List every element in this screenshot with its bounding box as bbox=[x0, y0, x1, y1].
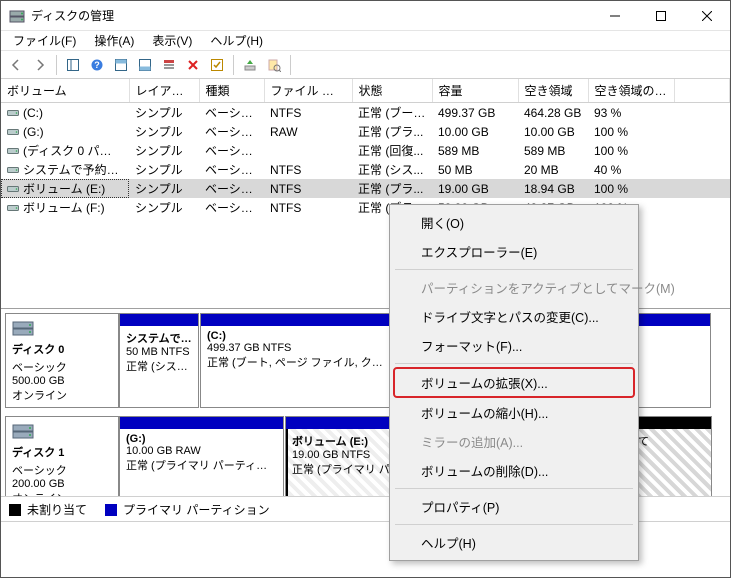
partition-status: 正常 (システム, アク bbox=[126, 358, 192, 374]
partition-name: (G:) bbox=[126, 433, 277, 445]
toolbar: ? bbox=[1, 51, 730, 79]
disk-size: 200.00 GB bbox=[12, 478, 112, 490]
col-layout[interactable]: レイアウト bbox=[129, 79, 199, 103]
menu-file[interactable]: ファイル(F) bbox=[5, 30, 84, 51]
legend-unallocated: 未割り当て bbox=[9, 501, 87, 518]
view-top-button[interactable] bbox=[110, 54, 132, 76]
disk-state: オンライン bbox=[12, 387, 112, 403]
volume-name: ボリューム (F:) bbox=[23, 201, 105, 215]
ctx-explorer[interactable]: エクスプローラー(E) bbox=[393, 237, 635, 266]
partition[interactable]: システムで予約済み50 MB NTFS正常 (システム, アク bbox=[119, 313, 199, 408]
ctx-shrink-volume[interactable]: ボリュームの縮小(H)... bbox=[393, 398, 635, 427]
partition-size: 50 MB NTFS bbox=[126, 346, 192, 358]
col-capacity[interactable]: 容量 bbox=[432, 79, 518, 103]
disk-header[interactable]: ディスク 0 ベーシック500.00 GBオンライン bbox=[5, 313, 119, 408]
ctx-add-mirror: ミラーの追加(A)... bbox=[393, 427, 635, 456]
col-status[interactable]: 状態 bbox=[352, 79, 432, 103]
ctx-separator bbox=[395, 524, 633, 525]
col-fs[interactable]: ファイル システム bbox=[264, 79, 352, 103]
partition-status: 正常 (ブート, ページ ファイル, クラッシ bbox=[207, 354, 393, 370]
app-icon bbox=[9, 8, 25, 24]
ctx-help[interactable]: ヘルプ(H) bbox=[393, 528, 635, 557]
delete-button[interactable] bbox=[182, 54, 204, 76]
ctx-change-drive[interactable]: ドライブ文字とパスの変更(C)... bbox=[393, 302, 635, 331]
disk-icon bbox=[12, 318, 112, 339]
help-button[interactable]: ? bbox=[86, 54, 108, 76]
minimize-button[interactable] bbox=[592, 1, 638, 31]
partition-name: システムで予約済み bbox=[126, 330, 192, 346]
disk-type: ベーシック bbox=[12, 462, 112, 478]
ctx-separator bbox=[395, 363, 633, 364]
ctx-open[interactable]: 開く(O) bbox=[393, 208, 635, 237]
disk-size: 500.00 GB bbox=[12, 375, 112, 387]
partition-name: (C:) bbox=[207, 330, 393, 342]
ctx-format[interactable]: フォーマット(F)... bbox=[393, 331, 635, 360]
show-hide-tree-button[interactable] bbox=[62, 54, 84, 76]
menu-action[interactable]: 操作(A) bbox=[86, 30, 142, 51]
view-bottom-button[interactable] bbox=[134, 54, 156, 76]
toolbar-separator bbox=[290, 55, 291, 75]
close-button[interactable] bbox=[684, 1, 730, 31]
forward-button[interactable] bbox=[29, 54, 51, 76]
toolbar-separator bbox=[56, 55, 57, 75]
disk-name: ディスク 1 bbox=[12, 444, 112, 460]
partition[interactable]: (C:)499.37 GB NTFS正常 (ブート, ページ ファイル, クラッ… bbox=[200, 313, 400, 408]
col-type[interactable]: 種類 bbox=[199, 79, 264, 103]
col-volume[interactable]: ボリューム bbox=[1, 79, 129, 103]
menu-view[interactable]: 表示(V) bbox=[144, 30, 200, 51]
disk-state: オンライン bbox=[12, 490, 112, 497]
volume-name: (ディスク 0 パーティシ... bbox=[23, 144, 129, 158]
partition-size: 10.00 GB RAW bbox=[126, 445, 277, 457]
ctx-extend-volume[interactable]: ボリュームの拡張(X)... bbox=[393, 367, 635, 398]
menu-help[interactable]: ヘルプ(H) bbox=[202, 30, 271, 51]
ctx-separator bbox=[395, 488, 633, 489]
volume-name: システムで予約済み bbox=[23, 163, 129, 177]
properties-button[interactable] bbox=[263, 54, 285, 76]
menubar: ファイル(F) 操作(A) 表示(V) ヘルプ(H) bbox=[1, 31, 730, 51]
partition[interactable]: (G:)10.00 GB RAW正常 (プライマリ パーティション) bbox=[119, 416, 284, 497]
legend-primary: プライマリ パーティション bbox=[105, 501, 270, 518]
volume-name: (G:) bbox=[23, 125, 44, 139]
window-title: ディスクの管理 bbox=[31, 7, 592, 24]
disk-name: ディスク 0 bbox=[12, 341, 112, 357]
maximize-button[interactable] bbox=[638, 1, 684, 31]
disk-icon bbox=[12, 421, 112, 442]
back-button[interactable] bbox=[5, 54, 27, 76]
table-row[interactable]: (C:)シンプルベーシックNTFS正常 (ブート...499.37 GB464.… bbox=[1, 103, 730, 123]
volume-name: (C:) bbox=[23, 106, 43, 120]
titlebar: ディスクの管理 bbox=[1, 1, 730, 31]
table-row[interactable]: ボリューム (E:)シンプルベーシックNTFS正常 (プラ...19.00 GB… bbox=[1, 179, 730, 198]
table-row[interactable]: システムで予約済みシンプルベーシックNTFS正常 (シス...50 MB20 M… bbox=[1, 160, 730, 179]
toolbar-separator bbox=[233, 55, 234, 75]
ctx-delete-volume[interactable]: ボリュームの削除(D)... bbox=[393, 456, 635, 485]
settings-list-button[interactable] bbox=[158, 54, 180, 76]
partition-status: 正常 (プライマリ パーティション) bbox=[126, 457, 277, 473]
table-row[interactable]: (ディスク 0 パーティシ...シンプルベーシック正常 (回復...589 MB… bbox=[1, 141, 730, 160]
disk-header[interactable]: ディスク 1 ベーシック200.00 GBオンライン bbox=[5, 416, 119, 497]
legend-swatch-primary bbox=[105, 504, 117, 516]
context-menu: 開く(O) エクスプローラー(E) パーティションをアクティブとしてマーク(M)… bbox=[389, 204, 639, 561]
table-row[interactable]: (G:)シンプルベーシックRAW正常 (プラ...10.00 GB10.00 G… bbox=[1, 122, 730, 141]
col-freepct[interactable]: 空き領域の割... bbox=[588, 79, 674, 103]
svg-text:?: ? bbox=[94, 60, 100, 70]
column-headers[interactable]: ボリューム レイアウト 種類 ファイル システム 状態 容量 空き領域 空き領域… bbox=[1, 79, 730, 103]
col-free[interactable]: 空き領域 bbox=[518, 79, 588, 103]
volume-name: ボリューム (E:) bbox=[23, 182, 105, 196]
ctx-separator bbox=[395, 269, 633, 270]
ctx-properties[interactable]: プロパティ(P) bbox=[393, 492, 635, 521]
legend-swatch-unalloc bbox=[9, 504, 21, 516]
ctx-mark-active: パーティションをアクティブとしてマーク(M) bbox=[393, 273, 635, 302]
disk-type: ベーシック bbox=[12, 359, 112, 375]
disk-up-button[interactable] bbox=[239, 54, 261, 76]
check-button[interactable] bbox=[206, 54, 228, 76]
partition-size: 499.37 GB NTFS bbox=[207, 342, 393, 354]
